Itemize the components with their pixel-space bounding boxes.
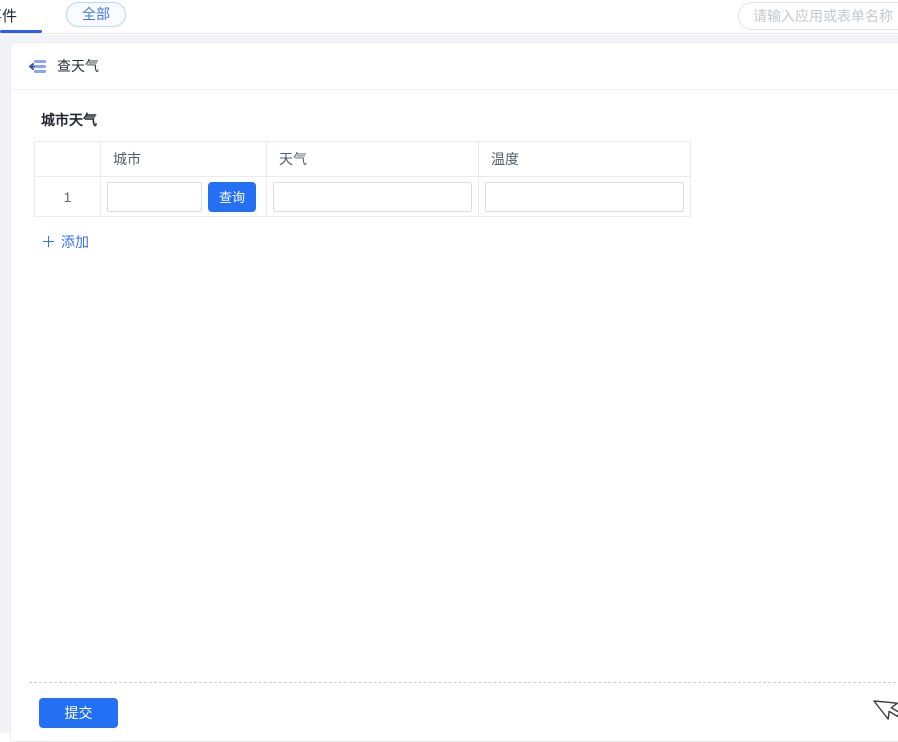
search-input[interactable]	[738, 2, 898, 30]
column-header-weather: 天气	[267, 142, 479, 177]
temperature-input[interactable]	[485, 182, 684, 212]
table-row: 1 查询	[35, 177, 691, 217]
add-row-button[interactable]: ＋ 添加	[41, 232, 89, 252]
filter-all-pill[interactable]: 全部	[66, 2, 126, 27]
city-input[interactable]	[107, 182, 202, 212]
panel-header: 查天气	[11, 43, 898, 90]
page-background: 查天气 城市天气 城市 天气 温度 1	[0, 35, 898, 733]
panel-title: 查天气	[57, 56, 99, 76]
submit-button[interactable]: 提交	[39, 698, 118, 728]
subtable-field-label: 城市天气	[41, 110, 898, 130]
footer-divider	[29, 682, 898, 683]
column-header-temperature: 温度	[479, 142, 691, 177]
top-tab-bar: 事件 全部	[0, 0, 898, 34]
add-row-label: 添加	[61, 232, 89, 252]
plus-icon: ＋	[41, 235, 56, 250]
form-panel: 查天气 城市天气 城市 天气 温度 1	[10, 42, 898, 742]
city-cell: 查询	[101, 177, 267, 217]
weather-input[interactable]	[273, 182, 472, 212]
active-tab-underline	[0, 30, 42, 33]
weather-cell	[267, 177, 479, 217]
query-button[interactable]: 查询	[208, 182, 256, 212]
column-header-city: 城市	[101, 142, 267, 177]
tab-events[interactable]: 事件	[0, 5, 17, 26]
city-weather-table: 城市 天气 温度 1 查询	[34, 141, 691, 217]
form-body: 城市天气 城市 天气 温度 1	[11, 90, 898, 252]
table-header-row: 城市 天气 温度	[35, 142, 691, 177]
collapse-outdent-icon[interactable]	[29, 57, 47, 75]
temperature-cell	[479, 177, 691, 217]
row-index: 1	[35, 177, 101, 217]
column-header-index	[35, 142, 101, 177]
